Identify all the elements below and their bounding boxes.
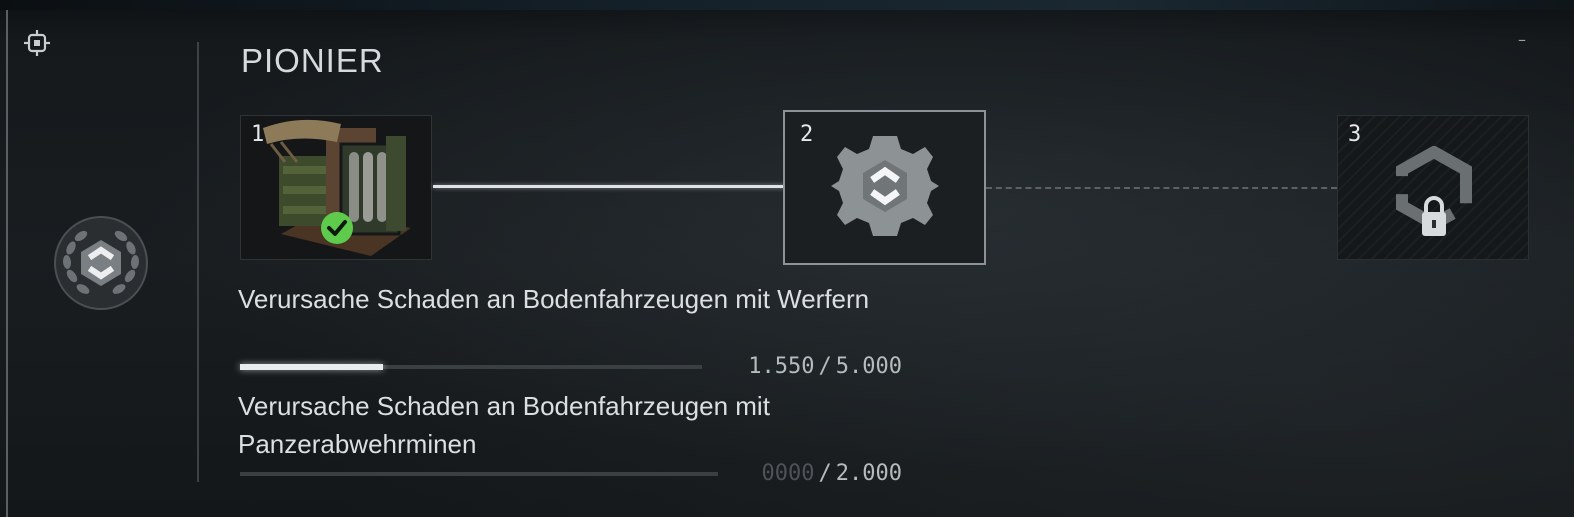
check-badge-icon: [321, 212, 353, 244]
task-description: Verursache Schaden an Bodenfahrzeugen mi…: [238, 284, 870, 314]
progress-target: 2.000: [835, 461, 902, 486]
top-background-strip: [0, 0, 1574, 10]
task-description: Verursache Schaden an Bodenfahrzeugen mi…: [238, 391, 770, 459]
page-title: PIONIER: [241, 42, 384, 79]
progress-separator: /: [818, 461, 832, 486]
tier-number: 2: [800, 122, 814, 147]
task-progress-value: 1.550/5.000: [748, 354, 902, 379]
panel-left-border: [6, 10, 8, 517]
tier-2-card[interactable]: 2: [783, 110, 986, 265]
task-progress-bar: [240, 472, 718, 476]
gear-medal-icon: [831, 136, 939, 236]
tier-3-card[interactable]: 3: [1337, 115, 1529, 260]
collapse-button[interactable]: –: [1512, 30, 1532, 50]
progress-current: 1.550: [748, 354, 815, 379]
progress-current: 0000: [761, 461, 815, 486]
progress-target: 5.000: [835, 354, 902, 379]
tier-connector-locked: [986, 187, 1337, 189]
task-progress-fill: [240, 364, 384, 370]
tier-number: 3: [1348, 122, 1362, 147]
crosshair-target-icon[interactable]: [24, 30, 50, 56]
locked-medal-icon: [1396, 146, 1472, 236]
tier-1-card[interactable]: 1: [240, 115, 432, 260]
laurel-emblem-icon: [54, 216, 148, 310]
tier-connector-complete: [433, 185, 789, 188]
progress-separator: /: [818, 354, 832, 379]
side-divider: [197, 42, 199, 482]
task-progress-value: 0000/2.000: [762, 461, 902, 486]
task-progress-bar: [240, 364, 702, 370]
assignment-panel: – PIONIER 1 2 3 Verursache Schaden an Bo…: [0, 0, 1574, 517]
tier-number: 1: [251, 122, 265, 147]
